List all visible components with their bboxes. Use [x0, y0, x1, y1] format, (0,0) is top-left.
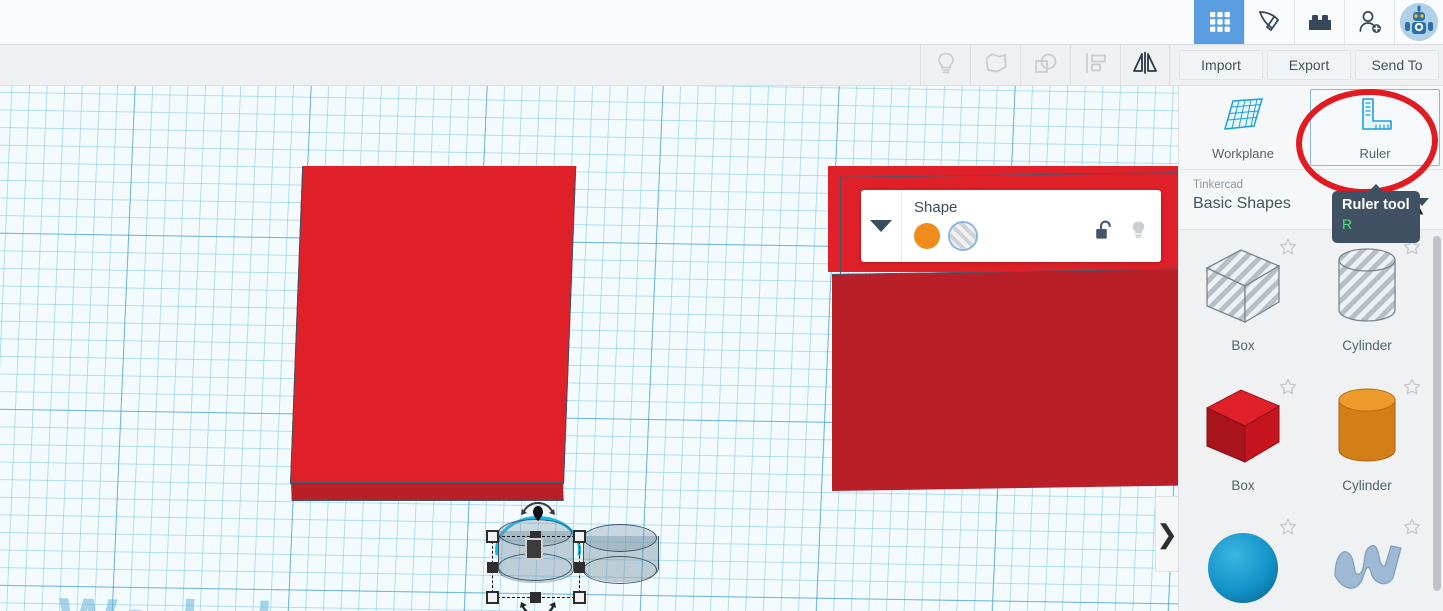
grid-view-button[interactable]	[1194, 0, 1244, 44]
shape-label: Cylinder	[1342, 338, 1392, 353]
favorite-star-icon[interactable]	[1403, 378, 1421, 396]
shape-cylinder-orange[interactable]: Cylinder	[1307, 370, 1427, 510]
chevron-down-icon	[870, 220, 892, 232]
lightbulb-icon[interactable]	[1130, 220, 1147, 246]
shape-library-scrollbar[interactable]	[1433, 236, 1441, 591]
import-button[interactable]: Import	[1179, 50, 1263, 80]
red-box-left[interactable]	[290, 166, 576, 484]
favorite-star-icon[interactable]	[1403, 518, 1421, 536]
resize-handle-bottom-left[interactable]	[486, 591, 499, 604]
box-hole-thumb	[1193, 236, 1293, 336]
group-tool[interactable]	[970, 45, 1020, 85]
shape-label: Cylinder	[1342, 478, 1392, 493]
3d-canvas[interactable]: Workplane	[0, 86, 1178, 611]
resize-handle-mid-right[interactable]	[574, 562, 585, 573]
shape-sphere-blue[interactable]	[1183, 510, 1303, 611]
panel-collapse-button[interactable]: ❯	[1155, 496, 1178, 572]
shape-label: Box	[1231, 338, 1254, 353]
ruler-tool[interactable]: Ruler	[1310, 89, 1440, 166]
resize-handle-bottom-right[interactable]	[573, 591, 586, 604]
mirror-tool[interactable]	[1120, 45, 1170, 85]
ruler-tool-label: Ruler	[1359, 146, 1390, 161]
red-box-right-face[interactable]	[832, 267, 1178, 491]
favorite-star-icon[interactable]	[1279, 238, 1297, 256]
workplane-tool[interactable]: Workplane	[1179, 86, 1307, 169]
shape-popup-icons	[1095, 220, 1147, 246]
shape-scribble[interactable]	[1307, 510, 1427, 611]
shape-popup-title: Shape	[914, 198, 1149, 218]
pick-tool-button[interactable]	[1244, 0, 1294, 44]
toolbar-tool-group	[920, 45, 1170, 85]
toolbar-actions: Import Export Send To	[1179, 50, 1439, 80]
rotate-handle-bottom[interactable]	[518, 600, 558, 611]
sphere-blue-thumb	[1193, 516, 1293, 611]
workplane-grid-icon	[1220, 95, 1266, 142]
user-add-icon	[1357, 9, 1383, 35]
cylinder-hole-mid	[583, 556, 657, 584]
solid-color-swatch[interactable]	[914, 223, 940, 249]
avatar-image	[1400, 3, 1438, 41]
brick-icon	[1307, 12, 1333, 32]
tooltip-shortcut: R	[1342, 215, 1410, 234]
shape-box-red[interactable]: Box	[1183, 370, 1303, 510]
favorite-star-icon[interactable]	[1279, 378, 1297, 396]
rotate-handle-top[interactable]	[520, 500, 556, 522]
ungroup-tool[interactable]	[1020, 45, 1070, 85]
cylinder-hole[interactable]	[583, 528, 657, 590]
export-button[interactable]: Export	[1267, 50, 1351, 80]
align-icon	[1084, 52, 1108, 79]
resize-handle-top-left[interactable]	[486, 530, 499, 543]
red-box-left-base	[291, 482, 564, 501]
right-panel: Workplane Ruler	[1178, 86, 1443, 611]
shape-popup-collapse[interactable]	[861, 190, 902, 262]
lightbulb-icon	[935, 51, 957, 80]
invite-user-button[interactable]	[1344, 0, 1394, 44]
mirror-icon	[1131, 51, 1159, 80]
blocks-button[interactable]	[1294, 0, 1344, 44]
cylinder-hole-top	[583, 524, 657, 552]
shape-library-grid: Box	[1179, 230, 1443, 611]
top-bar-right-group	[1194, 0, 1443, 44]
group-shapes-icon	[983, 51, 1009, 80]
pickaxe-icon	[1257, 9, 1283, 35]
shape-popup-body: Shape	[902, 190, 1161, 262]
workplane-tool-label: Workplane	[1212, 146, 1274, 161]
shape-row: Box	[1179, 230, 1443, 370]
editor-toolbar: Import Export Send To	[0, 45, 1443, 86]
ungroup-shapes-icon	[1033, 51, 1059, 80]
tinkercad-editor: Import Export Send To Workplane	[0, 0, 1443, 611]
cylinder-hole-thumb	[1317, 236, 1417, 336]
avatar[interactable]	[1394, 0, 1443, 44]
right-panel-tools: Workplane Ruler	[1179, 86, 1443, 170]
shape-row	[1179, 510, 1443, 611]
grid-icon	[1208, 10, 1232, 34]
unlock-icon[interactable]	[1095, 220, 1114, 246]
ruler-tooltip: Ruler tool R	[1332, 191, 1420, 243]
tooltip-title: Ruler tool	[1342, 196, 1410, 215]
hole-swatch[interactable]	[950, 223, 976, 249]
shape-inspector-popup[interactable]: Shape	[861, 190, 1161, 262]
shape-cylinder-hole[interactable]: Cylinder	[1307, 230, 1427, 370]
send-to-button[interactable]: Send To	[1355, 50, 1439, 80]
shape-row: Box Cylinder	[1179, 370, 1443, 510]
resize-handle-mid-left[interactable]	[487, 562, 498, 573]
resize-handle-top-right[interactable]	[573, 530, 586, 543]
workplane-area: Workplane	[0, 86, 1178, 611]
cylinder-orange-thumb	[1317, 376, 1417, 476]
shape-label: Box	[1231, 478, 1254, 493]
height-handle[interactable]	[525, 538, 543, 560]
align-tool[interactable]	[1070, 45, 1120, 85]
scribble-thumb	[1317, 516, 1417, 611]
top-bar	[0, 0, 1443, 45]
box-red-thumb	[1193, 376, 1293, 476]
ruler-icon	[1353, 95, 1397, 142]
favorite-star-icon[interactable]	[1279, 518, 1297, 536]
light-tool[interactable]	[920, 45, 970, 85]
shape-box-hole[interactable]: Box	[1183, 230, 1303, 370]
